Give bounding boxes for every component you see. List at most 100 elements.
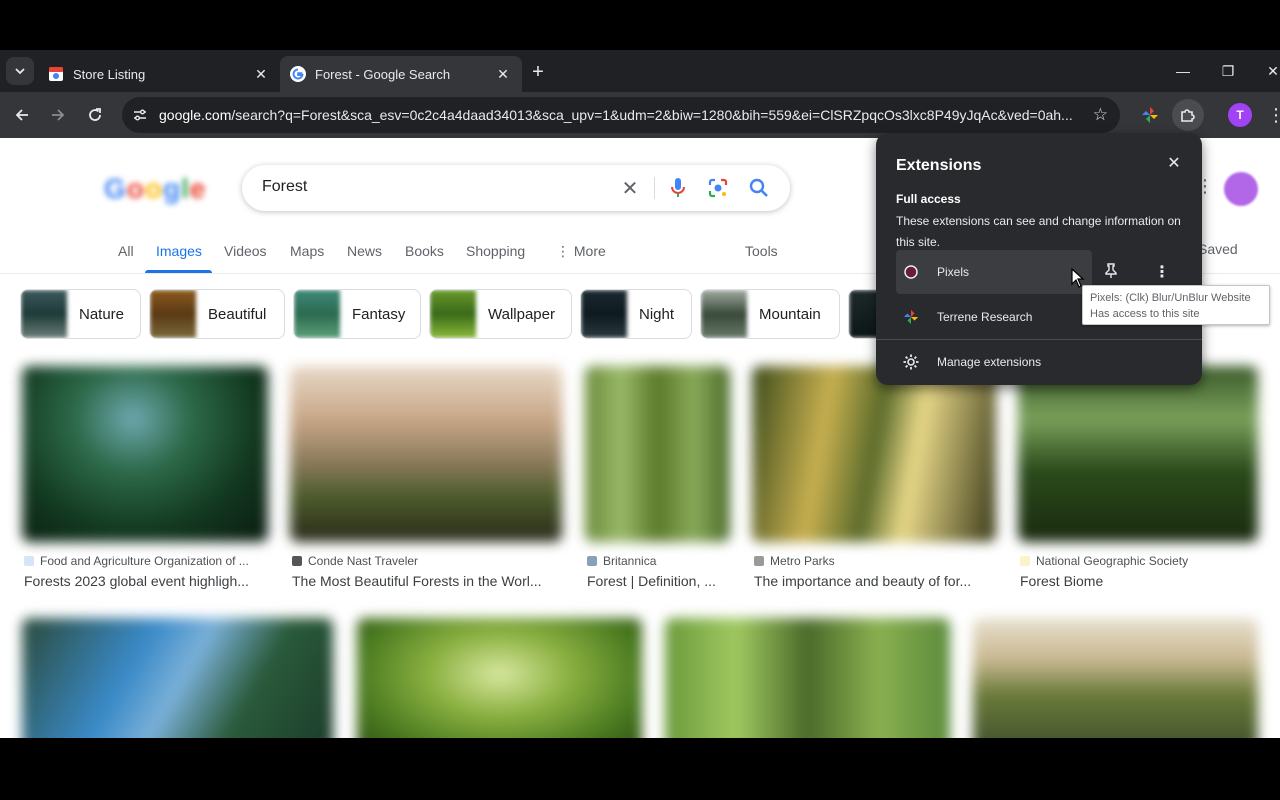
voice-search-icon[interactable] (666, 176, 690, 200)
tooltip-line-1: Pixels: (Clk) Blur/UnBlur Website (1090, 292, 1251, 304)
lens-search-icon[interactable] (706, 176, 730, 200)
result-source[interactable]: Britannica (587, 554, 729, 568)
account-avatar[interactable] (1224, 172, 1258, 206)
chip-thumbnail (581, 290, 627, 338)
chip-label: Mountain (759, 305, 821, 323)
search-icon[interactable] (747, 176, 771, 200)
chip-label: Nature (79, 305, 125, 323)
access-section-title: Full access (896, 192, 961, 206)
mouse-cursor-icon (1071, 268, 1085, 288)
nav-tools[interactable]: Tools (745, 243, 778, 259)
nav-videos[interactable]: Videos (224, 243, 267, 259)
nav-maps[interactable]: Maps (290, 243, 324, 259)
image-result[interactable] (22, 366, 268, 542)
logo-letter: l (181, 173, 190, 204)
result-source[interactable]: Food and Agriculture Organization of ... (24, 554, 264, 568)
address-bar[interactable]: google.com/search?q=Forest&sca_esv=0c2c4… (122, 97, 1120, 133)
result-source-text: Food and Agriculture Organization of ... (40, 554, 249, 568)
result-source[interactable]: Conde Nast Traveler (292, 554, 560, 568)
forward-arrow-icon (52, 109, 65, 121)
tab-search-button[interactable] (6, 57, 34, 85)
new-tab-button[interactable]: + (526, 60, 550, 84)
extensions-popup: Extensions ✕ Full access These extension… (876, 133, 1202, 385)
chip-thumbnail (430, 290, 476, 338)
gear-icon (902, 353, 920, 371)
chip-thumbnail (701, 290, 747, 338)
more-options-icon[interactable]: ⋮ (1154, 262, 1170, 282)
google-g-icon (290, 66, 306, 82)
result-caption[interactable]: The importance and beauty of for... (754, 573, 994, 589)
access-description: These extensions can see and change info… (896, 214, 1181, 249)
nav-news[interactable]: News (347, 243, 382, 259)
close-icon[interactable]: ✕ (1164, 153, 1184, 173)
popup-divider (876, 339, 1202, 340)
nav-shopping[interactable]: Shopping (466, 243, 525, 259)
image-result[interactable] (665, 618, 950, 738)
site-info-icon[interactable] (125, 100, 155, 130)
nav-more-label: More (573, 243, 606, 259)
manage-extensions-label: Manage extensions (937, 355, 1042, 369)
manage-extensions-button[interactable]: Manage extensions (902, 353, 1041, 371)
image-result[interactable] (22, 618, 333, 738)
terrene-extension-button[interactable] (1136, 101, 1164, 129)
result-source[interactable]: Metro Parks (754, 554, 994, 568)
image-result[interactable] (752, 366, 996, 542)
nav-images[interactable]: Images (156, 243, 202, 259)
restore-button[interactable]: ❐ (1215, 58, 1241, 84)
chip-mountain[interactable]: Mountain (700, 289, 840, 339)
image-result[interactable] (1018, 366, 1258, 542)
more-dots-icon: ⋮ (556, 243, 574, 259)
result-source-text: Conde Nast Traveler (308, 554, 419, 568)
nav-more[interactable]: ⋮ More (556, 243, 606, 260)
clear-search-icon[interactable]: ✕ (618, 176, 642, 200)
active-tab-indicator (145, 270, 212, 273)
chip-night[interactable]: Night (580, 289, 692, 339)
pixels-icon (903, 264, 919, 280)
chip-thumbnail (294, 290, 340, 338)
result-caption[interactable]: The Most Beautiful Forests in the Worl..… (292, 573, 560, 589)
logo-letter: G (104, 173, 127, 204)
search-query[interactable]: Forest (262, 178, 307, 196)
chevron-down-icon (15, 68, 25, 75)
extension-tooltip: Pixels: (Clk) Blur/UnBlur Website Has ac… (1082, 285, 1270, 325)
chip-beautiful[interactable]: Beautiful (149, 289, 285, 339)
chip-label: Wallpaper (488, 305, 555, 323)
image-result[interactable] (290, 366, 562, 542)
google-logo[interactable]: Google (104, 173, 206, 205)
tab-store-listing[interactable]: Store Listing ✕ (38, 56, 280, 92)
chip-thumbnail (150, 290, 196, 338)
result-caption[interactable]: Forest Biome (1020, 573, 1256, 589)
chrome-menu-icon[interactable]: ⋮ (1262, 101, 1280, 129)
saved-link[interactable]: Saved (1198, 241, 1238, 257)
nav-all[interactable]: All (118, 243, 134, 259)
reload-button[interactable] (81, 101, 109, 129)
extension-item-pixels[interactable]: Pixels (896, 250, 1092, 294)
logo-letter: o (144, 173, 163, 204)
close-tab-icon[interactable]: ✕ (250, 63, 272, 85)
search-box[interactable]: Forest ✕ (242, 165, 790, 211)
result-caption[interactable]: Forest | Definition, ... (587, 573, 729, 589)
result-caption[interactable]: Forests 2023 global event highligh... (24, 573, 266, 589)
result-source-text: National Geographic Society (1036, 554, 1189, 568)
image-result[interactable] (357, 618, 642, 738)
close-tab-icon[interactable]: ✕ (492, 63, 514, 85)
close-window-button[interactable]: ✕ (1260, 58, 1280, 84)
reload-icon (89, 108, 101, 121)
extensions-button[interactable] (1172, 99, 1204, 131)
extension-item-terrene[interactable]: Terrene Research (896, 295, 1092, 339)
pin-icon[interactable] (1104, 263, 1118, 282)
chip-nature[interactable]: Nature (20, 289, 141, 339)
nav-books[interactable]: Books (405, 243, 444, 259)
forward-button[interactable] (44, 101, 72, 129)
result-source[interactable]: National Geographic Society (1020, 554, 1256, 568)
chip-label: Night (639, 305, 675, 323)
chip-wallpaper[interactable]: Wallpaper (429, 289, 572, 339)
image-result[interactable] (585, 366, 730, 542)
image-result[interactable] (973, 618, 1258, 738)
back-button[interactable] (8, 101, 36, 129)
tab-forest-search[interactable]: Forest - Google Search ✕ (280, 56, 522, 92)
profile-avatar[interactable]: T (1228, 103, 1252, 127)
chip-fantasy[interactable]: Fantasy (293, 289, 421, 339)
bookmark-star-icon[interactable]: ☆ (1093, 105, 1108, 125)
minimize-button[interactable]: ― (1170, 58, 1196, 84)
